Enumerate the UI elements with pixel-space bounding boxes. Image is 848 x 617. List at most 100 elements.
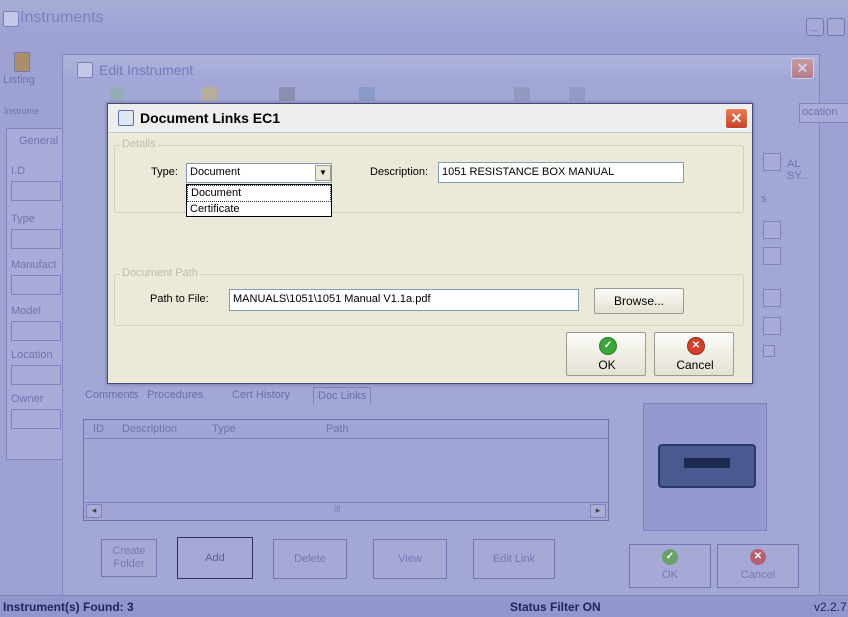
ok-check-icon: ✓ xyxy=(599,337,617,355)
listing-label: Listing xyxy=(3,74,35,86)
type-field[interactable] xyxy=(11,229,61,249)
right-combo-5[interactable] xyxy=(763,317,781,335)
column-header-type[interactable]: Type xyxy=(212,423,236,435)
main-window-title: Instruments xyxy=(20,9,104,26)
dialog-ok-label: OK xyxy=(598,358,616,372)
right-combo-3[interactable] xyxy=(763,247,781,265)
toolbar-icon-2[interactable] xyxy=(201,87,217,101)
dialog-title: Document Links EC1 xyxy=(140,110,281,126)
dialog-ok-button[interactable]: ✓ OK xyxy=(566,332,646,376)
manufacturer-label: Manufact xyxy=(11,259,57,271)
chevron-down-icon[interactable]: ▼ xyxy=(315,165,331,181)
id-label: I.D xyxy=(11,165,26,177)
main-titlebar: Instruments _ xyxy=(0,0,848,38)
horizontal-scrollbar[interactable]: ◂ ||| ▸ xyxy=(84,502,608,519)
type-dropdown[interactable]: Document ▼ xyxy=(186,163,332,183)
right-combo-4[interactable] xyxy=(763,289,781,307)
tab-procedures[interactable]: Procedures xyxy=(147,389,203,401)
edit-cancel-button[interactable]: ✕ Cancel xyxy=(717,544,799,588)
tab-doc-links[interactable]: Doc Links xyxy=(313,387,372,404)
edit-ok-label: OK xyxy=(662,569,678,581)
view-button[interactable]: View xyxy=(373,539,447,579)
maximize-icon[interactable] xyxy=(827,18,845,36)
owner-label: Owner xyxy=(11,393,44,405)
manufacturer-field[interactable] xyxy=(11,275,61,295)
path-label: Path to File: xyxy=(150,293,209,305)
delete-button[interactable]: Delete xyxy=(273,539,347,579)
edit-ok-button[interactable]: ✓ OK xyxy=(629,544,711,588)
instrument-group-header: Instrume xyxy=(4,106,40,116)
edit-toolbar xyxy=(109,83,809,103)
doc-links-table: ID Description Type Path ◂ ||| ▸ xyxy=(83,419,609,521)
toolbar-icon-6[interactable] xyxy=(569,87,585,101)
toolbar-icon-5[interactable] xyxy=(514,87,530,101)
toolbar-icon-3[interactable] xyxy=(279,87,295,101)
listing-toolbar-button[interactable]: Listing xyxy=(2,50,52,88)
path-field[interactable]: MANUALS\1051\1051 Manual V1.1a.pdf xyxy=(229,289,579,311)
column-header-path[interactable]: Path xyxy=(326,423,349,435)
version-text: v2.2.7 xyxy=(814,600,847,614)
right-combo-1[interactable] xyxy=(763,153,781,171)
model-field[interactable] xyxy=(11,321,61,341)
edit-close-icon[interactable]: ✕ xyxy=(791,58,814,79)
cancel-x-icon: ✕ xyxy=(750,549,766,565)
type-option-document[interactable]: Document xyxy=(187,185,331,202)
browse-button[interactable]: Browse... xyxy=(594,288,684,314)
app-icon xyxy=(3,11,19,27)
edit-window-title: Edit Instrument xyxy=(99,62,194,78)
edit-link-button[interactable]: Edit Link xyxy=(473,539,555,579)
description-field[interactable]: 1051 RESISTANCE BOX MANUAL xyxy=(438,162,684,183)
type-label: Type xyxy=(11,213,35,225)
scroll-right-icon[interactable]: ▸ xyxy=(590,504,606,518)
toolbar-icon-4[interactable] xyxy=(359,87,375,101)
status-filter-text: Status Filter ON xyxy=(510,600,601,614)
toolbar-icon-1[interactable] xyxy=(109,87,125,101)
right-checkbox[interactable] xyxy=(763,345,775,357)
document-path-legend: Document Path xyxy=(120,267,200,279)
type-label: Type: xyxy=(151,166,178,178)
create-folder-button[interactable]: Create Folder xyxy=(101,539,157,577)
id-field[interactable] xyxy=(11,181,61,201)
column-header-id[interactable]: ID xyxy=(93,423,104,435)
column-header-description[interactable]: Description xyxy=(122,423,177,435)
description-label: Description: xyxy=(370,166,429,178)
right-combo-2[interactable] xyxy=(763,221,781,239)
right-s-label: s xyxy=(761,193,767,205)
minimize-icon[interactable]: _ xyxy=(806,18,824,36)
model-label: Model xyxy=(11,305,41,317)
dialog-cancel-label: Cancel xyxy=(676,358,714,372)
instruments-found-text: Instrument(s) Found: 3 xyxy=(3,600,134,614)
dialog-close-icon[interactable]: ✕ xyxy=(725,108,748,129)
owner-field[interactable] xyxy=(11,409,61,429)
type-options-list: Document Certificate xyxy=(186,184,332,217)
table-header-row: ID Description Type Path xyxy=(84,420,608,439)
location-field[interactable] xyxy=(11,365,61,385)
scroll-thumb[interactable]: ||| xyxy=(334,504,340,513)
details-legend: Details xyxy=(120,138,158,150)
dialog-app-icon xyxy=(118,110,134,126)
general-label: General xyxy=(19,135,59,147)
resistance-box-image xyxy=(658,444,756,488)
edit-window-icon xyxy=(77,62,93,78)
listing-icon xyxy=(14,52,30,72)
cancel-x-icon: ✕ xyxy=(687,337,705,355)
scroll-left-icon[interactable]: ◂ xyxy=(86,504,102,518)
status-bar: Instrument(s) Found: 3 Status Filter ON … xyxy=(0,595,848,617)
add-button[interactable]: Add xyxy=(177,537,253,579)
location-column-header[interactable]: ocation xyxy=(799,103,848,123)
edit-cancel-label: Cancel xyxy=(740,569,776,581)
dialog-titlebar: Document Links EC1 ✕ xyxy=(108,104,752,133)
tab-comments[interactable]: Comments xyxy=(85,389,138,401)
edit-instrument-titlebar: Edit Instrument ✕ xyxy=(63,55,819,83)
ok-check-icon: ✓ xyxy=(662,549,678,565)
location-label: Location xyxy=(11,349,53,361)
dialog-cancel-button[interactable]: ✕ Cancel xyxy=(654,332,734,376)
type-option-certificate[interactable]: Certificate xyxy=(187,202,331,217)
tab-cert-history[interactable]: Cert History xyxy=(232,389,290,401)
left-details-panel: General I.D Type Manufact Model Location… xyxy=(6,128,64,460)
type-selected-value: Document xyxy=(190,166,241,178)
instrument-photo xyxy=(643,403,767,531)
screen: Instruments _ Listing Instrume General I… xyxy=(0,0,848,617)
document-links-dialog: Document Links EC1 ✕ Details Type: Docum… xyxy=(107,103,753,384)
right-value-text: AL SY... xyxy=(787,158,810,182)
